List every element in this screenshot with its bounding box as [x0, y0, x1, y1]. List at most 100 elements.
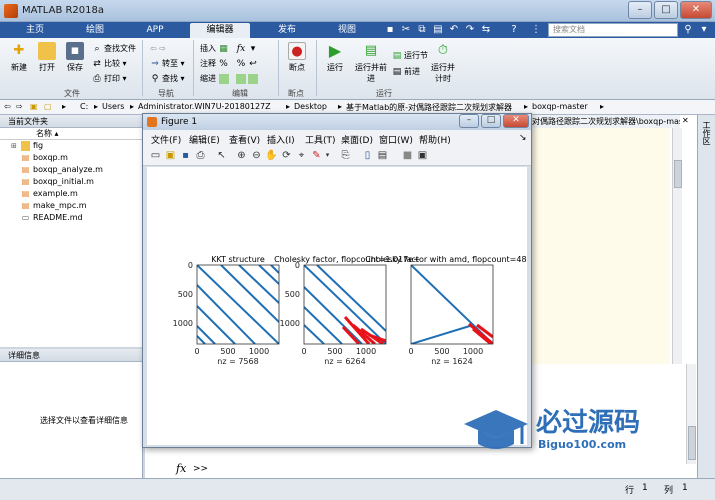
save-icon[interactable]: ▪: [384, 24, 396, 36]
up-folder-icon[interactable]: ▣: [30, 102, 38, 111]
advance-button[interactable]: ▤ 前进: [392, 66, 420, 78]
scroll-thumb[interactable]: [674, 160, 682, 188]
print-figure-icon[interactable]: ⎙: [194, 149, 207, 162]
find-button[interactable]: ⚲ 查找 ▾: [150, 73, 185, 85]
indent-button[interactable]: 缩进: [200, 73, 231, 85]
breakpoints-button[interactable]: ● 断点: [284, 42, 310, 73]
list-item[interactable]: ▤ boxqp_initial.m: [0, 176, 142, 188]
scroll-thumb[interactable]: [688, 426, 696, 460]
editor-scrollbar[interactable]: [672, 128, 682, 364]
open-button[interactable]: 打开: [34, 42, 60, 73]
expand-icon[interactable]: ⊞: [11, 140, 17, 152]
pan-icon[interactable]: ✋: [265, 149, 278, 162]
path-segment[interactable]: Users: [102, 102, 124, 111]
figure-title-bar[interactable]: Figure 1 – □ ✕: [143, 114, 531, 130]
list-item[interactable]: ▤ make_mpc.m: [0, 200, 142, 212]
menu-edit[interactable]: 编辑(E): [189, 133, 220, 146]
menu-tools[interactable]: 工具(T): [305, 133, 336, 146]
figure-maximize-button[interactable]: □: [481, 114, 501, 128]
data-cursor-icon[interactable]: ⌖: [295, 149, 308, 162]
run-time-button[interactable]: ⏱ 运行并计时: [428, 42, 458, 84]
workspace-panel[interactable]: 工作区: [697, 115, 715, 478]
switch-windows-icon[interactable]: ⇆: [480, 24, 492, 36]
panel-menu-icon[interactable]: ✕: [682, 116, 689, 125]
back-icon[interactable]: ⇦: [4, 102, 11, 111]
list-item[interactable]: ▭ README.md: [0, 212, 142, 224]
close-button[interactable]: ✕: [680, 1, 712, 19]
path-segment[interactable]: Administrator.WIN7U-20180127Z: [138, 102, 271, 111]
legend-icon[interactable]: ▤: [376, 149, 389, 162]
zoom-out-icon[interactable]: ⊖: [250, 149, 263, 162]
search-documentation-input[interactable]: 搜索文档: [548, 23, 678, 37]
function-button[interactable]: fx ▾: [236, 43, 260, 55]
path-dropdown-icon[interactable]: ▸: [600, 102, 604, 111]
nav-back-icons[interactable]: ⇦ ⇨: [150, 43, 166, 55]
indent-tools[interactable]: [236, 73, 260, 85]
menu-desktop[interactable]: 桌面(D): [341, 133, 373, 146]
path-segment[interactable]: C:: [80, 102, 88, 111]
cut-icon[interactable]: ✂: [400, 24, 412, 36]
run-button[interactable]: ▶ 运行: [322, 42, 348, 73]
hide-plot-tools-icon[interactable]: ■: [401, 149, 414, 162]
tab-editor[interactable]: 编辑器: [190, 23, 250, 38]
goto-button[interactable]: ⇒ 转至 ▾: [150, 58, 184, 70]
minimize-button[interactable]: –: [628, 1, 652, 19]
run-section-button[interactable]: ▤ 运行节: [392, 50, 428, 62]
menu-insert[interactable]: 插入(I): [267, 133, 295, 146]
editor-area[interactable]: [530, 128, 670, 364]
pointer-icon[interactable]: ↖: [215, 149, 228, 162]
menu-pin-icon[interactable]: ↘: [519, 133, 527, 143]
tab-view[interactable]: 视图: [322, 23, 372, 38]
folder-icon: [21, 141, 30, 151]
tab-plots[interactable]: 绘图: [70, 23, 120, 38]
browse-icon[interactable]: ▢: [44, 102, 52, 111]
tab-publish[interactable]: 发布: [262, 23, 312, 38]
link-plot-icon[interactable]: ⎘: [339, 149, 352, 162]
list-item[interactable]: ▤ boxqp.m: [0, 152, 142, 164]
search-icon[interactable]: ⚲: [682, 24, 694, 36]
tab-home[interactable]: 主页: [10, 23, 60, 38]
menu-view[interactable]: 查看(V): [229, 133, 260, 146]
forward-icon[interactable]: ⇨: [16, 102, 23, 111]
help-icon[interactable]: ?: [508, 24, 520, 36]
figure-close-button[interactable]: ✕: [503, 114, 529, 128]
name-column-header[interactable]: 名称 ▴: [0, 128, 142, 140]
path-segment[interactable]: boxqp-master: [532, 102, 588, 111]
save-figure-icon[interactable]: ▪: [179, 149, 192, 162]
comment-tools[interactable]: % ↩: [236, 58, 260, 70]
maximize-button[interactable]: □: [654, 1, 678, 19]
redo-icon[interactable]: ↷: [464, 24, 476, 36]
zoom-in-icon[interactable]: ⊕: [235, 149, 248, 162]
paste-icon[interactable]: ▤: [432, 24, 444, 36]
compare-button[interactable]: ⇄ 比较 ▾: [92, 58, 126, 70]
figure-minimize-button[interactable]: –: [459, 114, 479, 128]
command-scrollbar[interactable]: [686, 364, 696, 464]
path-segment[interactable]: 基于Matlab的原-对偶路径跟踪二次规划求解器: [346, 102, 512, 113]
tab-apps[interactable]: APP: [130, 23, 180, 38]
command-prompt[interactable]: >>: [193, 464, 208, 474]
path-segment[interactable]: Desktop: [294, 102, 327, 111]
rotate-3d-icon[interactable]: ⟳: [280, 149, 293, 162]
undo-icon[interactable]: ↶: [448, 24, 460, 36]
new-button[interactable]: ✚ 新建: [6, 42, 32, 73]
options-icon[interactable]: ⋮: [530, 24, 542, 36]
list-item[interactable]: ▤ boxqp_analyze.m: [0, 164, 142, 176]
copy-icon[interactable]: ⧉: [416, 24, 428, 36]
new-figure-icon[interactable]: ▭: [149, 149, 162, 162]
list-item[interactable]: ▤ example.m: [0, 188, 142, 200]
colorbar-icon[interactable]: ▯: [361, 149, 374, 162]
save-button[interactable]: ▪ 保存: [62, 42, 88, 73]
expand-icon[interactable]: ▾: [698, 24, 710, 36]
show-plot-tools-icon[interactable]: ▣: [416, 149, 429, 162]
menu-window[interactable]: 窗口(W): [379, 133, 413, 146]
list-item[interactable]: ⊞ fig: [0, 140, 142, 152]
insert-button[interactable]: 插入 ▦: [200, 43, 231, 55]
find-files-button[interactable]: ⌕ 查找文件: [92, 43, 136, 55]
brush-dropdown-icon[interactable]: ▾: [321, 149, 334, 162]
print-button[interactable]: ⎙ 打印 ▾: [92, 73, 126, 85]
menu-file[interactable]: 文件(F): [151, 133, 181, 146]
open-file-icon[interactable]: ▣: [164, 149, 177, 162]
menu-help[interactable]: 帮助(H): [419, 133, 451, 146]
comment-button[interactable]: 注释 %: [200, 58, 231, 70]
run-advance-button[interactable]: ▤ 运行并前进: [352, 42, 390, 84]
